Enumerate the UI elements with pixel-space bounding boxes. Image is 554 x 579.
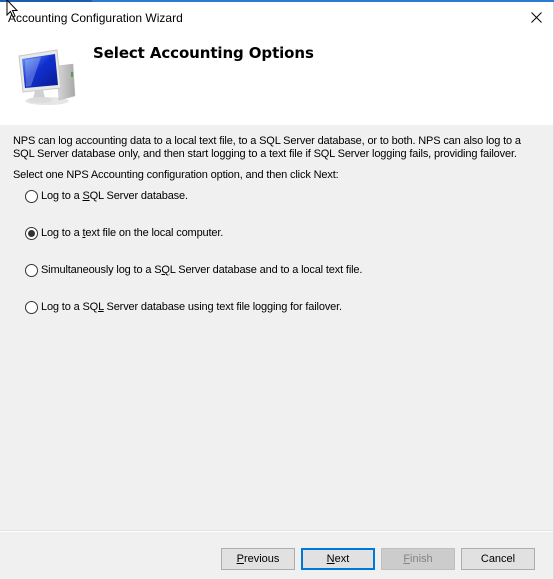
radio-button[interactable] [25, 189, 38, 203]
next-button[interactable]: Next [301, 548, 375, 570]
radio-button[interactable] [25, 263, 38, 277]
radio-log-to-both[interactable]: Simultaneously log to a SQL Server datab… [25, 262, 362, 278]
computer-monitor-icon [18, 49, 76, 105]
finish-button: Finish [381, 548, 455, 570]
radio-button-checked[interactable] [25, 226, 38, 240]
radio-label: Log to a text file on the local computer… [41, 227, 224, 239]
radio-label: Log to a SQL Server database using text … [41, 301, 342, 313]
wizard-header: Select Accounting Options [0, 32, 553, 125]
radio-log-sql-with-failover[interactable]: Log to a SQL Server database using text … [25, 299, 342, 315]
prompt-text: Select one NPS Accounting configuration … [13, 169, 339, 181]
window-title: Accounting Configuration Wizard [8, 11, 183, 25]
radio-label: Log to a SQL Server database. [41, 190, 188, 202]
radio-log-to-text-file[interactable]: Log to a text file on the local computer… [25, 225, 223, 241]
wizard-content: NPS can log accounting data to a local t… [0, 125, 553, 530]
close-icon [530, 11, 542, 23]
title-bar: Accounting Configuration Wizard [0, 2, 553, 32]
page-title: Select Accounting Options [93, 44, 314, 62]
footer-separator [0, 530, 553, 532]
wizard-window: Accounting Configuration Wizard Select A… [0, 0, 554, 579]
radio-log-to-sql[interactable]: Log to a SQL Server database. [25, 188, 188, 204]
cancel-button[interactable]: Cancel [461, 548, 535, 570]
close-button[interactable] [519, 2, 553, 32]
radio-button[interactable] [25, 300, 38, 314]
intro-text: NPS can log accounting data to a local t… [13, 135, 521, 160]
radio-label: Simultaneously log to a SQL Server datab… [41, 264, 363, 276]
previous-button[interactable]: Previous [221, 548, 295, 570]
